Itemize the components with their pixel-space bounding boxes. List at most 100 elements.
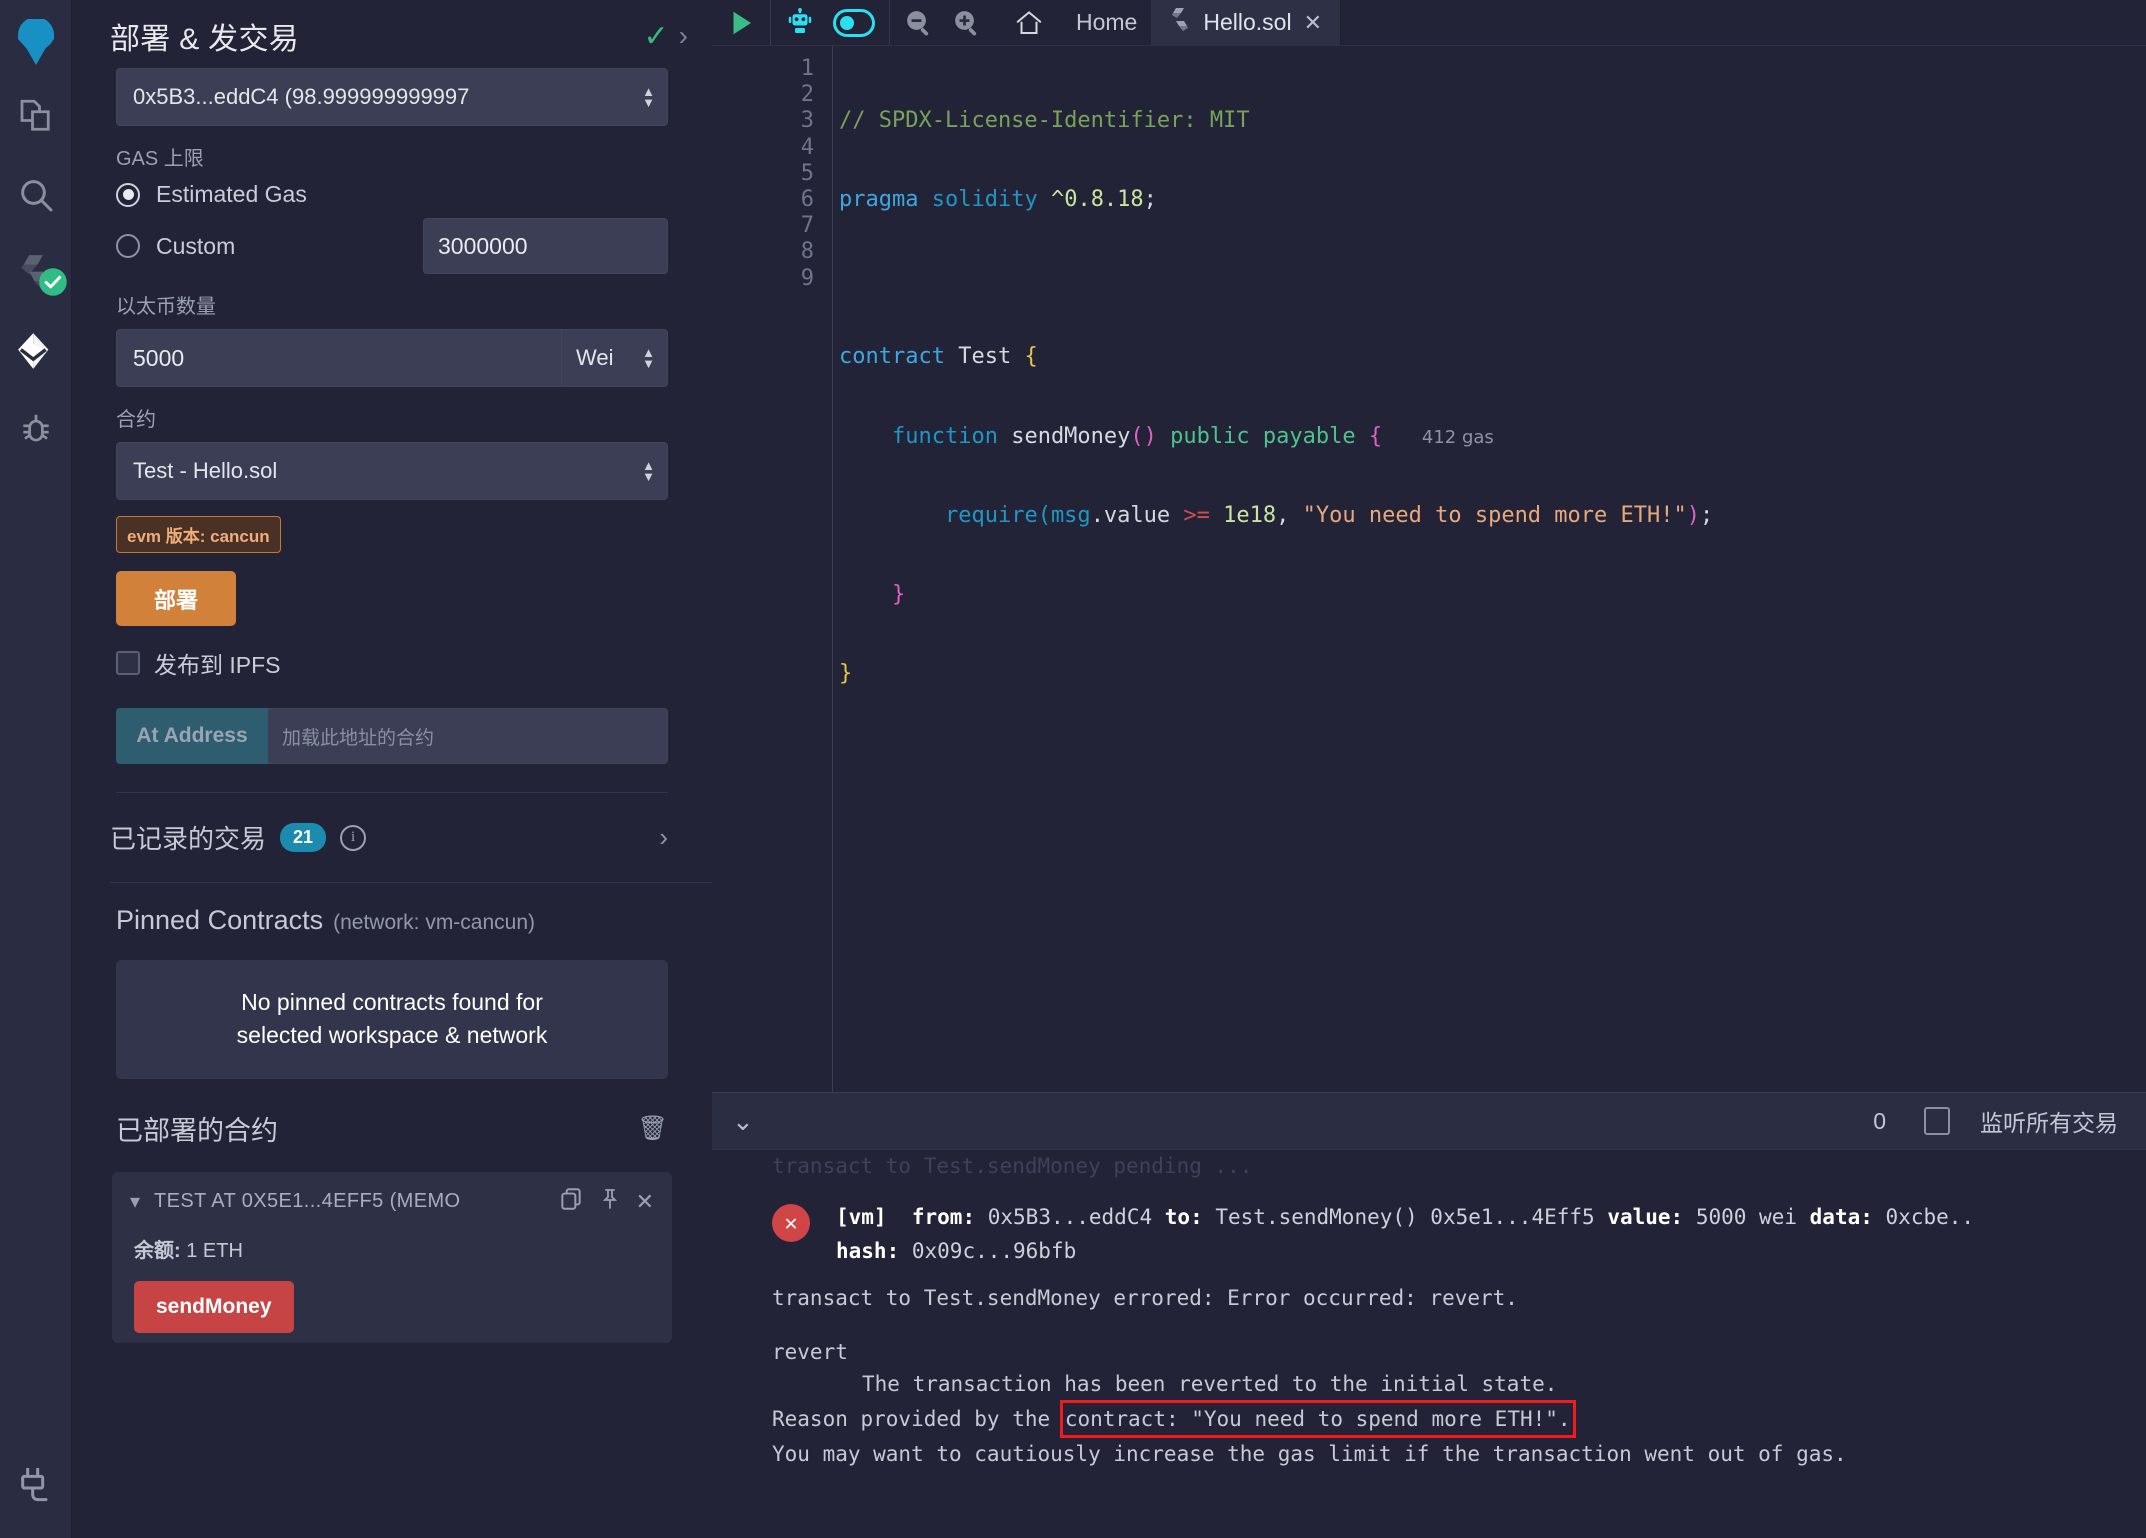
code-line-1: // SPDX-License-Identifier: MIT [839,108,1250,134]
balance-value: 1 ETH [186,1239,243,1262]
deployed-contract-balance: 余额: 1 ETH [134,1234,654,1263]
panel-body: 0x5B3...eddC4 (98.999999999997 ▲ ▼ GAS 上限… [72,68,712,793]
search-icon[interactable] [0,156,72,234]
account-select[interactable]: 0x5B3...eddC4 (98.999999999997 ▲ ▼ [116,68,668,126]
panel-header: 部署 & 发交易 ✓ › [72,0,712,68]
terminal-error-line: transact to Test.sendMoney errored: Erro… [772,1286,1518,1310]
code-editor[interactable]: 1 2 3 4 5 6 7 8 9 // SPDX-License-Identi… [712,46,2146,1092]
solidity-icon [1169,7,1191,39]
tab-hello-sol[interactable]: Hello.sol ✕ [1151,0,1342,45]
code-content[interactable]: // SPDX-License-Identifier: MIT pragma s… [832,46,2146,1092]
file-explorer-icon[interactable] [0,78,72,156]
chevron-right-icon[interactable]: › [659,822,668,853]
deployed-contract-row[interactable]: ▾ TEST AT 0X5E1...4EFF5 (MEMO ✕ [130,1186,654,1218]
zoom-in-icon[interactable] [952,8,982,38]
line-number: 9 [800,265,814,291]
gas-estimate-hint: 412 gas [1421,426,1494,448]
compiler-success-badge-icon [38,267,68,302]
home-label[interactable]: Home [1076,9,1137,36]
close-icon[interactable]: ✕ [1304,10,1322,36]
send-money-button[interactable]: sendMoney [134,1280,294,1333]
pin-icon[interactable] [598,1186,622,1218]
info-icon[interactable]: i [340,824,367,851]
reason-highlight: contract: "You need to spend more ETH!". [1059,1400,1576,1438]
home-icon[interactable] [1012,8,1046,38]
code-line-6: require(msg.value >= 1e18, "You need to … [944,503,1714,529]
panel-check-icon[interactable]: ✓ [644,19,669,54]
hash-label: hash: [836,1239,900,1263]
gas-custom-input[interactable]: 3000000 [423,218,668,274]
data-label: data: [1809,1205,1873,1229]
account-stepper-icon[interactable]: ▲ ▼ [642,85,655,109]
zoom-out-icon[interactable] [904,8,934,38]
deploy-button[interactable]: 部署 [116,571,236,626]
pinned-contracts-title: Pinned Contracts [116,905,324,935]
code-line-4: contract Test { [839,344,1038,370]
contract-stepper-icon[interactable]: ▲ ▼ [642,459,655,483]
line-number-gutter: 1 2 3 4 5 6 7 8 9 [712,46,832,1092]
account-value: 0x5B3...eddC4 (98.999999999997 [133,84,470,109]
contract-select[interactable]: Test - Hello.sol ▲ ▼ [116,442,668,500]
chevron-right-icon[interactable]: › [679,22,688,50]
listen-all-transactions-checkbox[interactable] [1924,1107,1950,1135]
chevron-down-icon[interactable]: ▾ [130,1189,140,1214]
line-number: 2 [800,82,814,108]
gas-custom-radio[interactable] [116,234,140,258]
remix-logo-icon[interactable] [0,8,72,78]
gas-custom-row[interactable]: Custom 3000000 [116,218,668,274]
to-value: Test.sendMoney() 0x5e1...4Eff5 [1215,1205,1595,1229]
at-address-button[interactable]: At Address [116,708,268,764]
copy-icon[interactable] [558,1186,584,1218]
value-row: 5000 Wei ▲ ▼ [116,329,668,387]
gas-custom-label: Custom [156,232,236,259]
publish-ipfs-checkbox[interactable] [116,651,140,675]
terminal-transaction-text: [vm] from: 0x5B3...eddC4 to: Test.sendMo… [836,1200,1974,1268]
run-icon[interactable] [726,8,756,38]
value-input[interactable]: 5000 [116,329,562,387]
terminal-output[interactable]: transact to Test.sendMoney pending ... ✕… [712,1150,2146,1538]
recorded-transactions-title: 已记录的交易 [110,824,267,854]
listen-all-transactions-label: 监听所有交易 [1980,1110,2118,1136]
reason-prefix: Reason provided by the [772,1407,1051,1431]
terminal-reason-line: Reason provided by the contract: "You ne… [712,1400,2146,1438]
close-icon[interactable]: ✕ [636,1189,654,1215]
line-number: 6 [800,187,814,213]
deployed-contracts-title: 已部署的合约 [116,1115,278,1146]
to-label: to: [1164,1205,1203,1229]
robot-icon[interactable] [785,7,815,38]
recorded-transactions-row[interactable]: 已记录的交易 21 i › [72,793,712,882]
terminal-pending-count: 0 [1873,1107,1886,1134]
gas-estimated-radio[interactable] [116,182,140,207]
pinned-contracts-empty: No pinned contracts found for selected w… [116,960,668,1079]
solidity-compiler-icon[interactable] [0,234,72,312]
at-address-input[interactable]: 加载此地址的合约 [268,708,668,764]
plugin-manager-icon[interactable] [0,1428,72,1538]
deploy-run-panel: 部署 & 发交易 ✓ › 0x5B3...eddC4 (98.999999999… [72,0,712,1538]
deployed-contract-name: TEST AT 0X5E1...4EFF5 (MEMO [154,1190,461,1213]
pinned-contracts-network: (network: vm-cancun) [333,911,536,934]
line-number: 5 [800,160,814,186]
value-unit-select[interactable]: Wei ▲ ▼ [562,329,668,387]
code-line-2: pragma solidity ^0.8.18; [839,187,1157,213]
publish-ipfs-row[interactable]: 发布到 IPFS [116,646,668,680]
line-number: 4 [800,134,814,160]
contract-label: 合约 [116,409,156,431]
editor-toolbar: Home Hello.sol ✕ [712,0,2146,46]
ai-toggle-icon[interactable] [833,8,875,37]
gas-estimated-row[interactable]: Estimated Gas [116,181,668,208]
gas-estimated-label: Estimated Gas [156,181,307,207]
pinned-contracts-header: Pinned Contracts (network: vm-cancun) [72,883,712,946]
deploy-run-icon[interactable] [0,312,72,390]
debugger-icon[interactable] [0,390,72,468]
line-number: 3 [800,108,814,134]
chevron-double-down-icon[interactable]: ⌄ [732,1108,754,1134]
pinned-empty-line-2: selected workspace & network [236,1022,548,1049]
terminal-revert-label: revert [772,1340,848,1364]
terminal-transaction-entry[interactable]: ✕ [vm] from: 0x5B3...eddC4 to: Test.send… [712,1182,2146,1268]
trash-icon[interactable]: 🗑 [638,1114,668,1143]
deployed-contract-card: ▾ TEST AT 0X5E1...4EFF5 (MEMO ✕ 余额: 1 ET… [112,1171,672,1343]
main-area: Home Hello.sol ✕ 1 2 3 4 5 6 7 8 9 // SP… [712,0,2146,1538]
toolbar-group-run [712,0,771,45]
value-unit-stepper-icon[interactable]: ▲ ▼ [642,346,655,370]
